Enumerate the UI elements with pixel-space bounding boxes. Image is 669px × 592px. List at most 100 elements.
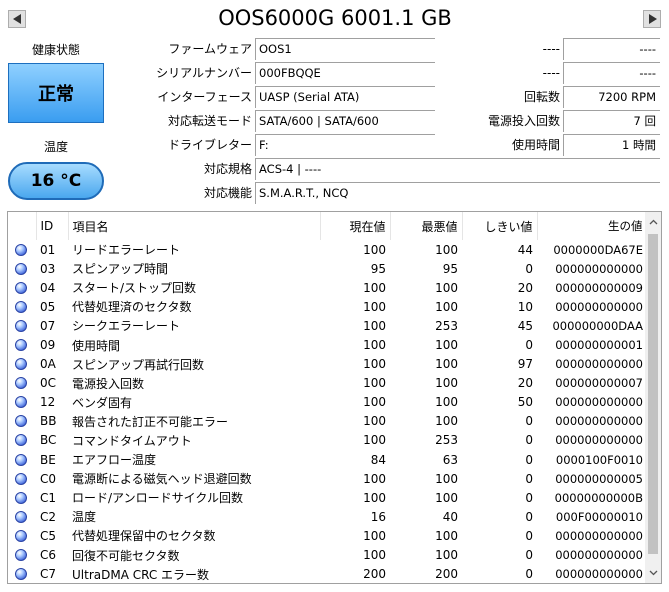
worst-value: 100 [435, 242, 458, 257]
attribute-name: 代替処理済のセクタ数 [72, 300, 192, 315]
raw-value: 0000100F0010 [555, 452, 643, 467]
table-row[interactable]: C2 温度 16 40 0 000F00000010 [8, 507, 647, 526]
blank-value-2: ---- [563, 62, 660, 84]
scroll-down-button[interactable] [645, 565, 661, 581]
table-row[interactable]: 0C 電源投入回数 100 100 20 000000000007 [8, 374, 647, 393]
status-good-icon [15, 377, 27, 390]
firmware-label: ファームウェア [168, 42, 252, 56]
table-row[interactable]: BE エアフロー温度 84 63 0 0000100F0010 [8, 450, 647, 469]
threshold-column-header[interactable]: しきい値 [462, 212, 538, 240]
attribute-id: C6 [40, 548, 57, 563]
worst-column-header[interactable]: 最悪値 [390, 212, 463, 240]
attribute-name: エアフロー温度 [72, 453, 157, 468]
drive-letter-label: ドライブレター [167, 138, 252, 152]
worst-value: 200 [435, 567, 458, 582]
current-value: 100 [363, 548, 386, 563]
current-value: 200 [363, 567, 386, 582]
attribute-id: 0A [40, 357, 56, 372]
power-on-count-value: 7 回 [563, 110, 660, 132]
table-body: 01 リードエラーレート 100 100 44 0000000DA67E 03 スピンアップ時… [8, 240, 647, 583]
threshold-value: 45 [517, 318, 533, 333]
attribute-name: スタート/ストップ回数 [72, 281, 197, 296]
attribute-name: UltraDMA CRC エラー数 [72, 567, 210, 582]
raw-value: 00000000000B [554, 490, 643, 505]
firmware-value: OOS1 [255, 38, 435, 60]
table-row[interactable]: 07 シークエラーレート 100 253 45 000000000DAA [8, 316, 647, 335]
table-row[interactable]: 12 ベンダ固有 100 100 50 000000000000 [8, 393, 647, 412]
triangle-right-icon [648, 14, 657, 24]
raw-value: 000000000000 [555, 299, 643, 314]
table-row[interactable]: 03 スピンアップ時間 95 95 0 000000000000 [8, 259, 647, 278]
status-good-icon [15, 300, 27, 313]
table-row[interactable]: C7 UltraDMA CRC エラー数 200 200 0 000000000000 [8, 565, 647, 583]
threshold-value: 97 [517, 357, 533, 372]
id-column-header[interactable]: ID [36, 212, 69, 240]
attribute-id: 12 [40, 395, 56, 410]
attribute-name: 代替処理保留中のセクタ数 [72, 529, 216, 544]
smart-attributes-table[interactable]: ID 項目名 現在値 最悪値 しきい値 生の値 01 リードエラーレート 100 10… [7, 211, 662, 584]
attribute-id: C1 [40, 490, 57, 505]
threshold-value: 0 [525, 490, 533, 505]
next-disk-button[interactable] [643, 10, 661, 28]
table-row[interactable]: C5 代替処理保留中のセクタ数 100 100 0 000000000000 [8, 526, 647, 545]
disk-title: OOS6000G 6001.1 GB [218, 6, 452, 30]
power-on-count-label: 電源投入回数 [487, 114, 560, 128]
table-row[interactable]: BC コマンドタイムアウト 100 253 0 000000000000 [8, 431, 647, 450]
serial-number-label: シリアルナンバー [156, 66, 252, 80]
attribute-name-column-header[interactable]: 項目名 [68, 212, 321, 240]
interface-label: インターフェース [157, 90, 252, 104]
raw-value-column-header[interactable]: 生の値 [537, 212, 648, 240]
current-value: 100 [363, 528, 386, 543]
table-row[interactable]: C6 回復不可能セクタ数 100 100 0 000000000000 [8, 546, 647, 565]
status-good-icon [15, 568, 27, 581]
health-status-button[interactable]: 正常 [8, 63, 104, 123]
attribute-name: スピンアップ時間 [72, 262, 169, 277]
current-value: 100 [363, 299, 386, 314]
vertical-scrollbar[interactable] [645, 212, 661, 583]
raw-value: 000000000000 [555, 414, 643, 429]
table-row[interactable]: 0A スピンアップ再試行回数 100 100 97 000000000000 [8, 355, 647, 374]
attribute-id: 07 [40, 318, 56, 333]
status-good-icon [15, 339, 27, 352]
scrollbar-thumb[interactable] [648, 234, 658, 554]
attribute-name: 温度 [72, 510, 97, 525]
worst-value: 100 [435, 357, 458, 372]
attribute-id: C7 [40, 567, 57, 582]
status-dot-cell [8, 526, 36, 545]
standard-value: ACS-4 | ---- [255, 158, 660, 180]
previous-disk-button[interactable] [8, 10, 26, 28]
table-row[interactable]: 09 使用時間 100 100 0 000000000001 [8, 335, 647, 354]
current-column-header[interactable]: 現在値 [320, 212, 391, 240]
worst-value: 100 [435, 395, 458, 410]
features-value: S.M.A.R.T., NCQ [255, 182, 660, 204]
table-row[interactable]: C0 電源断による磁気ヘッド退避回数 100 100 0 000000000005 [8, 469, 647, 488]
raw-value: 000000000000 [555, 357, 643, 372]
table-row[interactable]: C1 ロード/アンロードサイクル回数 100 100 0 00000000000B [8, 488, 647, 507]
table-row[interactable]: 04 スタート/ストップ回数 100 100 20 000000000009 [8, 278, 647, 297]
worst-value: 100 [435, 414, 458, 429]
attribute-name: リードエラーレート [72, 243, 181, 258]
threshold-value: 0 [525, 528, 533, 543]
table-row[interactable]: BB 報告された訂正不可能エラー 100 100 0 000000000000 [8, 412, 647, 431]
table-row[interactable]: 05 代替処理済のセクタ数 100 100 10 000000000000 [8, 297, 647, 316]
current-value: 100 [363, 242, 386, 257]
current-value: 100 [363, 490, 386, 505]
attribute-name: ベンダ固有 [72, 395, 133, 410]
standard-label: 対応規格 [203, 162, 252, 176]
raw-value: 000000000009 [555, 280, 643, 295]
scroll-up-button[interactable] [645, 214, 661, 230]
table-row[interactable]: 01 リードエラーレート 100 100 44 0000000DA67E [8, 240, 647, 259]
status-column-header[interactable] [8, 212, 37, 240]
status-good-icon [15, 472, 27, 485]
temperature-label: 温度 [43, 140, 68, 154]
worst-value: 100 [435, 528, 458, 543]
temperature-button[interactable]: 16 °C [8, 162, 104, 200]
status-good-icon [15, 281, 27, 294]
status-dot-cell [8, 393, 36, 412]
drive-letter-value: F: [255, 134, 435, 156]
status-dot-cell [8, 546, 36, 565]
chevron-up-icon [649, 219, 657, 225]
worst-value: 100 [435, 471, 458, 486]
threshold-value: 0 [525, 414, 533, 429]
status-dot-cell [8, 374, 36, 393]
